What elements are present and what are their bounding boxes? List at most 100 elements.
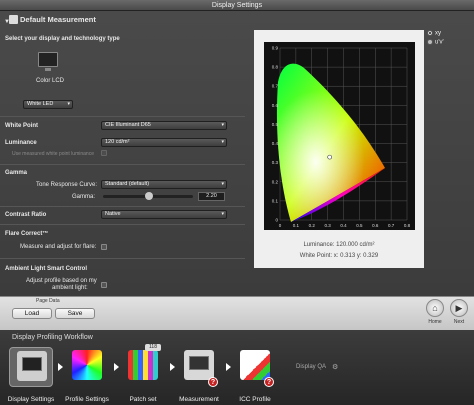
- patch-set-icon: [128, 350, 158, 380]
- home-label: Home: [428, 319, 442, 325]
- profile-settings-icon: [72, 350, 102, 380]
- mode-uv[interactable]: u'v': [427, 39, 444, 46]
- y-tick-label: 0.1: [272, 198, 279, 203]
- y-tick-label: 0.9: [272, 46, 279, 51]
- x-tick-label: 0.7: [388, 223, 395, 228]
- window-title: Display Settings: [0, 0, 474, 11]
- gamma-value-label: Gamma:: [72, 194, 96, 200]
- y-tick-label: 0.7: [272, 84, 279, 89]
- x-tick-label: 0.4: [340, 223, 347, 228]
- step-patch-set[interactable]: [121, 347, 165, 387]
- monitor-icon: [189, 356, 209, 370]
- dropdown-arrow-icon: ▾: [221, 122, 224, 128]
- gamma-value-field[interactable]: 2.20: [198, 192, 225, 201]
- y-tick-label: 0.5: [272, 122, 279, 127]
- measured-wp-label: Use measured white point luminance: [12, 151, 94, 157]
- gamma-slider-knob[interactable]: [145, 192, 153, 200]
- icc-profile-icon: [240, 350, 270, 380]
- x-tick-label: 0.8: [404, 223, 411, 228]
- chevron-right-icon: [226, 363, 231, 371]
- y-tick-label: 0.8: [272, 65, 279, 70]
- patch-count-badge: 118: [145, 344, 161, 351]
- settings-gear-icon[interactable]: ⚙: [332, 363, 338, 371]
- y-tick-label: 0.6: [272, 103, 279, 108]
- home-icon[interactable]: ⌂: [426, 299, 444, 317]
- step-display-settings[interactable]: [9, 347, 53, 387]
- mode-xy[interactable]: xy: [427, 30, 441, 37]
- workflow-title: Display Profiling Workflow: [12, 334, 93, 341]
- luminance-value: 120 cd/m²: [105, 139, 130, 145]
- divider: [0, 224, 245, 225]
- contrast-label: Contrast Ratio: [5, 212, 47, 218]
- technology-value: White LED: [27, 101, 54, 107]
- section-header[interactable]: ▼ Default Measurement: [0, 13, 245, 26]
- ambient-option-line2: ambient light:: [52, 285, 88, 291]
- white-point-value: CIE Illuminant D65: [105, 122, 151, 128]
- save-button[interactable]: Save: [55, 308, 95, 319]
- dropdown-arrow-icon: ▾: [67, 101, 70, 107]
- measurement-icon: [9, 15, 18, 24]
- divider: [0, 258, 245, 259]
- white-point-marker: [327, 154, 332, 160]
- divider: [0, 164, 245, 165]
- dropdown-arrow-icon: ▾: [221, 211, 224, 217]
- flare-label: Flare Correct™: [5, 231, 49, 237]
- monitor-icon: [22, 357, 42, 371]
- contrast-value: Native: [105, 211, 121, 217]
- x-tick-label: 0.2: [309, 223, 316, 228]
- chromaticity-plot: 0 0.1 0.2 0.3 0.4 0.5 0.6 0.7 0.8 0 0.1 0.2 0.3 0.4 0.…: [264, 42, 415, 230]
- step-label-icc-profile: ICC Profile: [239, 396, 271, 403]
- display-settings-icon: [17, 351, 47, 381]
- dropdown-arrow-icon: ▾: [221, 181, 224, 187]
- trc-label: Tone Response Curve:: [36, 182, 98, 188]
- load-button[interactable]: Load: [12, 308, 52, 319]
- dropdown-arrow-icon: ▾: [221, 139, 224, 145]
- y-tick-label: 0.3: [272, 160, 279, 165]
- display-qa-label[interactable]: Display QA: [296, 364, 326, 370]
- section-title: Default Measurement: [20, 15, 96, 24]
- luminance-dropdown[interactable]: 120 cd/m² ▾: [101, 138, 227, 147]
- warning-question-icon: ?: [264, 377, 274, 387]
- spectral-locus-overlay: [276, 63, 385, 222]
- step-label-patch-set: Patch set: [129, 396, 157, 403]
- y-tick-label: 0.2: [272, 179, 279, 184]
- x-tick-label: 0.5: [356, 223, 363, 228]
- step-label-display-settings: Display Settings: [7, 396, 55, 403]
- ambient-label: Ambient Light Smart Control: [5, 266, 87, 272]
- radio-uv-icon[interactable]: [427, 39, 433, 45]
- device-label: Color LCD: [36, 78, 65, 84]
- display-prompt: Select your display and technology type: [5, 36, 120, 42]
- chevron-right-icon: [58, 363, 63, 371]
- ambient-checkbox[interactable]: [101, 282, 107, 288]
- gamma-label: Gamma: [5, 170, 28, 176]
- white-point-dropdown[interactable]: CIE Illuminant D65 ▾: [101, 121, 227, 130]
- measurement-icon: [184, 350, 214, 380]
- flare-checkbox[interactable]: [101, 244, 107, 250]
- contrast-dropdown[interactable]: Native ▾: [101, 210, 227, 219]
- warning-question-icon: ?: [208, 377, 218, 387]
- x-tick-label: 0.1: [293, 223, 300, 228]
- next-icon[interactable]: ▶: [450, 299, 468, 317]
- mode-uv-label: u'v': [435, 39, 444, 46]
- ambient-option-line1: Adjust profile based on my: [26, 278, 97, 284]
- y-tick-label: 0.4: [272, 141, 279, 146]
- technology-dropdown[interactable]: White LED ▾: [23, 100, 73, 109]
- display-monitor-icon[interactable]: [38, 52, 58, 71]
- next-label: Next: [453, 319, 465, 325]
- step-label-measurement: Measurement: [179, 396, 219, 403]
- page-data-label: Page Data: [36, 298, 60, 304]
- chevron-right-icon: [170, 363, 175, 371]
- luminance-label: Luminance: [5, 140, 37, 146]
- step-label-profile-settings: Profile Settings: [65, 396, 109, 403]
- measured-wp-checkbox[interactable]: [101, 150, 107, 156]
- x-tick-label: 0.3: [324, 223, 331, 228]
- mode-xy-label: xy: [435, 30, 441, 37]
- luminance-caption: Luminance: 120.000 cd/m²: [303, 242, 375, 248]
- trc-dropdown[interactable]: Standard (default) ▾: [101, 180, 227, 189]
- divider: [0, 116, 245, 117]
- divider: [0, 206, 245, 207]
- step-profile-settings[interactable]: [65, 347, 109, 387]
- y-tick-label: 0: [275, 218, 278, 223]
- white-point-caption: White Point: x: 0.313 y: 0.329: [299, 253, 379, 259]
- radio-xy-icon[interactable]: [427, 30, 433, 36]
